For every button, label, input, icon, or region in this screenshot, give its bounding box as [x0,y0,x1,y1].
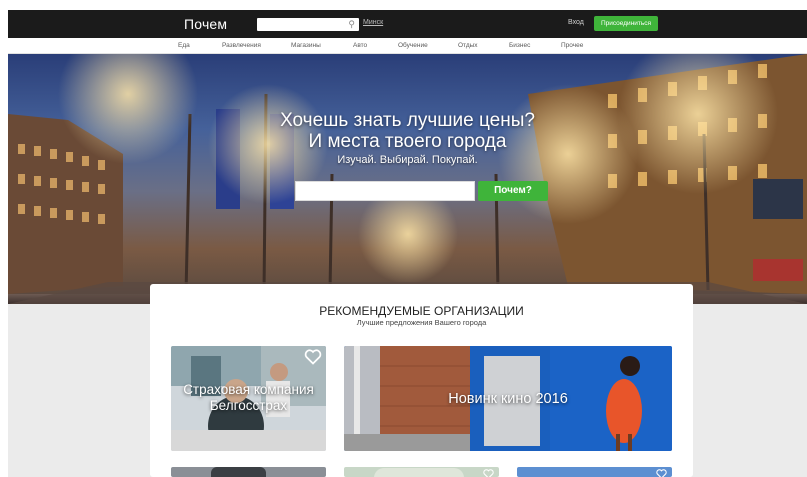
org-card-partial-1[interactable] [171,467,326,477]
card-title: Новинк кино 2016 [448,391,568,407]
section-subtitle: Лучшие предложения Вашего города [356,318,487,327]
hero-heading-line-2: И места твоего города [308,131,507,152]
category-business[interactable]: Бизнес [509,42,530,49]
join-button[interactable]: Присоединиться [594,16,658,31]
recommended-section: РЕКОМЕНДУЕМЫЕ ОРГАНИЗАЦИИ Лучшие предлож… [150,284,693,477]
heart-icon[interactable] [482,469,495,477]
card-image [374,468,464,477]
hero-banner: Хочешь знать лучшие цены? И места твоего… [8,54,807,304]
hero-heading-line-1: Хочешь знать лучшие цены? [280,110,535,131]
login-link[interactable]: Вход [568,19,584,26]
header-search-input[interactable]: ⚲ [257,18,359,31]
category-shops[interactable]: Магазины [291,42,321,49]
hero-search-input[interactable] [295,181,475,201]
heart-icon[interactable] [304,349,322,365]
category-auto[interactable]: Авто [353,42,367,49]
category-leisure[interactable]: Отдых [458,42,478,49]
city-link[interactable]: Минск [363,19,383,26]
heart-icon[interactable] [655,469,668,477]
org-card-insurance[interactable]: Страховая компания Белгосстрах [171,346,326,451]
category-food[interactable]: Еда [178,42,190,49]
hero-search-button[interactable]: Почем? [478,181,548,201]
card-image [211,467,266,477]
hero-subtitle: Изучай. Выбирай. Покупай. [337,154,478,166]
card-title: Страховая компания Белгосстрах [183,382,314,413]
category-nav: Еда Развлечения Магазины Авто Обучение О… [8,38,807,54]
hero-heading: Хочешь знать лучшие цены? И места твоего… [8,110,807,152]
top-navbar: Почем ⚲ Минск Вход Присоединиться [8,10,807,38]
page-frame: Почем ⚲ Минск Вход Присоединиться Еда Ра… [8,10,807,477]
org-card-partial-2[interactable] [344,467,499,477]
org-card-cinema[interactable]: Новинк кино 2016 [344,346,672,451]
category-education[interactable]: Обучение [398,42,428,49]
section-title: РЕКОМЕНДУЕМЫЕ ОРГАНИЗАЦИИ [319,304,524,318]
site-logo[interactable]: Почем [184,16,227,32]
org-card-partial-3[interactable] [517,467,672,477]
search-icon[interactable]: ⚲ [348,19,355,30]
hero-background-illustration [8,54,807,304]
category-other[interactable]: Прочее [561,42,583,49]
category-entertainment[interactable]: Развлечения [222,42,261,49]
